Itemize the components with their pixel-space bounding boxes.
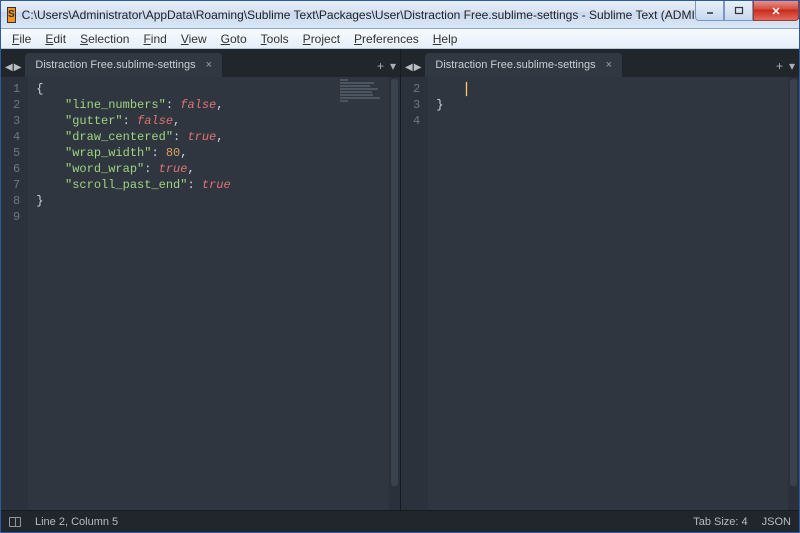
nav-back-icon[interactable]: ◀ — [405, 62, 413, 73]
vertical-scrollbar[interactable] — [788, 77, 799, 510]
vertical-scrollbar[interactable] — [389, 77, 400, 510]
menu-project[interactable]: Project — [296, 30, 347, 48]
new-tab-icon[interactable]: + — [377, 59, 384, 73]
file-tab[interactable]: Distraction Free.sublime-settings × — [25, 53, 222, 77]
scrollbar-thumb[interactable] — [790, 79, 797, 486]
menu-find[interactable]: Find — [136, 30, 173, 48]
menu-file[interactable]: File — [5, 30, 38, 48]
pane-0: ◀▶ Distraction Free.sublime-settings × + ▾ 12… — [1, 49, 400, 510]
tab-bar: ◀▶ Distraction Free.sublime-settings × + ▾ — [1, 49, 400, 77]
nav-forward-icon[interactable]: ▶ — [14, 62, 22, 73]
title-bar[interactable]: S C:\Users\Administrator\AppData\Roaming… — [1, 1, 799, 29]
nav-forward-icon[interactable]: ▶ — [414, 62, 422, 73]
menu-help[interactable]: Help — [426, 30, 465, 48]
code-content[interactable]: } — [428, 77, 467, 510]
menu-edit[interactable]: Edit — [38, 30, 73, 48]
app-window: S C:\Users\Administrator\AppData\Roaming… — [0, 0, 800, 533]
code-content[interactable]: { "line_numbers": false, "gutter": false… — [28, 77, 230, 510]
menu-tools[interactable]: Tools — [254, 30, 296, 48]
minimap[interactable] — [340, 79, 388, 103]
tab-close-icon[interactable]: × — [606, 59, 612, 71]
status-bar: Line 2, Column 5 Tab Size: 4 JSON — [1, 510, 799, 532]
app-icon: S — [7, 7, 16, 23]
tab-label: Distraction Free.sublime-settings — [435, 59, 595, 71]
maximize-button[interactable] — [724, 1, 753, 21]
code-editor[interactable]: 123456789{ "line_numbers": false, "gutte… — [1, 77, 400, 510]
tab-label: Distraction Free.sublime-settings — [35, 59, 195, 71]
nav-back-icon[interactable]: ◀ — [5, 62, 13, 73]
menu-selection[interactable]: Selection — [73, 30, 136, 48]
line-gutter: 123456789 — [1, 77, 28, 510]
window-controls — [695, 1, 799, 21]
tab-close-icon[interactable]: × — [206, 59, 212, 71]
tab-menu-icon[interactable]: ▾ — [789, 59, 795, 73]
syntax-button[interactable]: JSON — [762, 516, 791, 528]
close-button[interactable] — [753, 1, 799, 21]
code-editor[interactable]: 234 } — [401, 77, 799, 510]
menu-view[interactable]: View — [174, 30, 214, 48]
scrollbar-thumb[interactable] — [391, 79, 398, 486]
cursor-position: Line 2, Column 5 — [35, 516, 118, 528]
file-tab[interactable]: Distraction Free.sublime-settings × — [425, 53, 622, 77]
tab-menu-icon[interactable]: ▾ — [390, 59, 396, 73]
editor-area: ◀▶Distraction Free.sublime-settings×+▾12… — [1, 49, 799, 510]
tab-bar: ◀▶ Distraction Free.sublime-settings × + ▾ — [401, 49, 799, 77]
line-gutter: 234 — [401, 77, 428, 510]
menu-preferences[interactable]: Preferences — [347, 30, 426, 48]
menu-bar: FileEditSelectionFindViewGotoToolsProjec… — [1, 29, 799, 49]
menu-goto[interactable]: Goto — [214, 30, 254, 48]
text-cursor — [466, 82, 467, 96]
pane-1: ◀▶ Distraction Free.sublime-settings × + ▾ 23… — [400, 49, 799, 510]
window-title: C:\Users\Administrator\AppData\Roaming\S… — [22, 8, 800, 22]
new-tab-icon[interactable]: + — [776, 59, 783, 73]
tab-size-button[interactable]: Tab Size: 4 — [693, 516, 747, 528]
panel-switch-icon[interactable] — [9, 517, 21, 527]
minimize-button[interactable] — [695, 1, 724, 21]
